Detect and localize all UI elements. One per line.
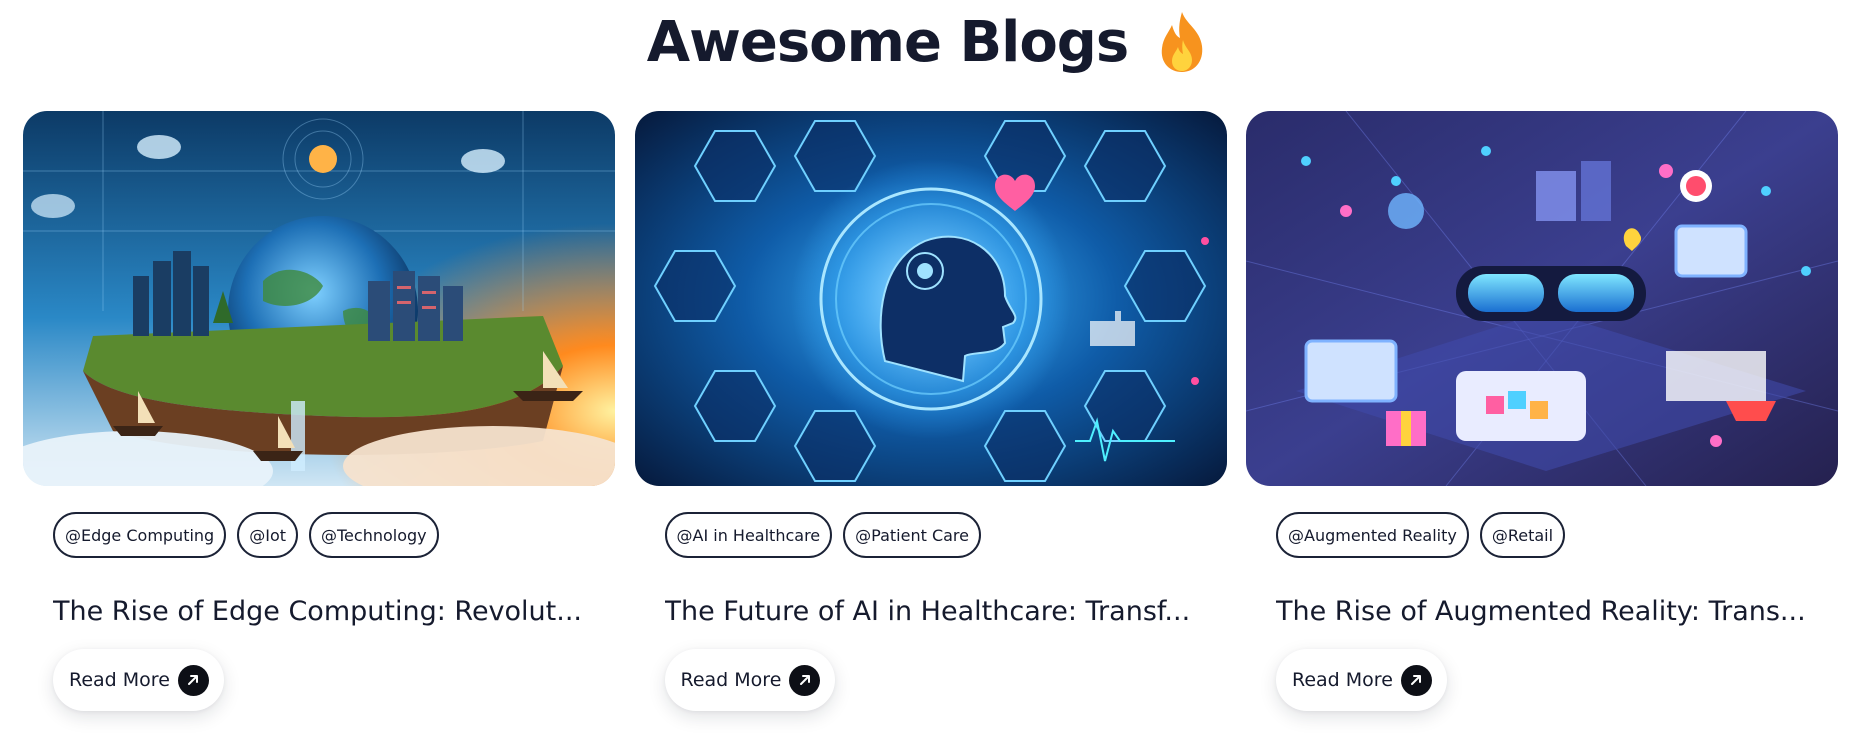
arrow-up-right-icon <box>177 664 209 696</box>
tag-chip[interactable]: @AI in Healthcare <box>664 512 833 558</box>
blog-title[interactable]: The Future of AI in Healthcare: Transf..… <box>665 596 1225 627</box>
arrow-up-right-icon <box>789 664 821 696</box>
blog-card: @AI in Healthcare @Patient Care The Futu… <box>634 111 1227 726</box>
blog-card: @Augmented Reality @Retail The Rise of A… <box>1246 111 1838 726</box>
blog-image[interactable] <box>1246 111 1838 486</box>
section-heading: Awesome Blogs <box>0 2 1855 82</box>
tag-chip[interactable]: @Retail <box>1479 512 1566 558</box>
read-more-button[interactable]: Read More <box>53 649 224 711</box>
ai-healthcare-illustration <box>634 111 1227 486</box>
arrow-up-right-icon <box>1400 664 1432 696</box>
blog-cards: @Edge Computing @Iot @Technology The Ris… <box>23 111 1838 726</box>
blog-card: @Edge Computing @Iot @Technology The Ris… <box>23 111 615 726</box>
tag-chip[interactable]: @Technology <box>309 512 439 558</box>
augmented-reality-illustration <box>1246 111 1838 486</box>
read-more-button[interactable]: Read More <box>664 649 836 711</box>
tag-chip[interactable]: @Patient Care <box>843 512 981 558</box>
blog-title[interactable]: The Rise of Augmented Reality: Trans... <box>1276 596 1836 627</box>
blog-image[interactable] <box>23 111 615 486</box>
blog-title[interactable]: The Rise of Edge Computing: Revolut... <box>53 596 613 627</box>
fire-icon <box>1161 12 1203 72</box>
blog-image[interactable] <box>634 111 1227 486</box>
edge-computing-illustration <box>23 111 615 486</box>
tag-list: @Augmented Reality @Retail <box>1276 512 1566 558</box>
tag-chip[interactable]: @Edge Computing <box>53 512 227 558</box>
tag-list: @AI in Healthcare @Patient Care <box>664 512 981 558</box>
tag-chip[interactable]: @Iot <box>237 512 298 558</box>
read-more-label: Read More <box>1292 669 1393 691</box>
blogs-section: Awesome Blogs @Edge Computing @Iot @Tech… <box>0 0 1855 750</box>
tag-chip[interactable]: @Augmented Reality <box>1276 512 1469 558</box>
read-more-label: Read More <box>69 669 170 691</box>
read-more-label: Read More <box>680 669 782 691</box>
tag-list: @Edge Computing @Iot @Technology <box>53 512 439 558</box>
read-more-button[interactable]: Read More <box>1276 649 1447 711</box>
page-title: Awesome Blogs <box>646 9 1129 75</box>
